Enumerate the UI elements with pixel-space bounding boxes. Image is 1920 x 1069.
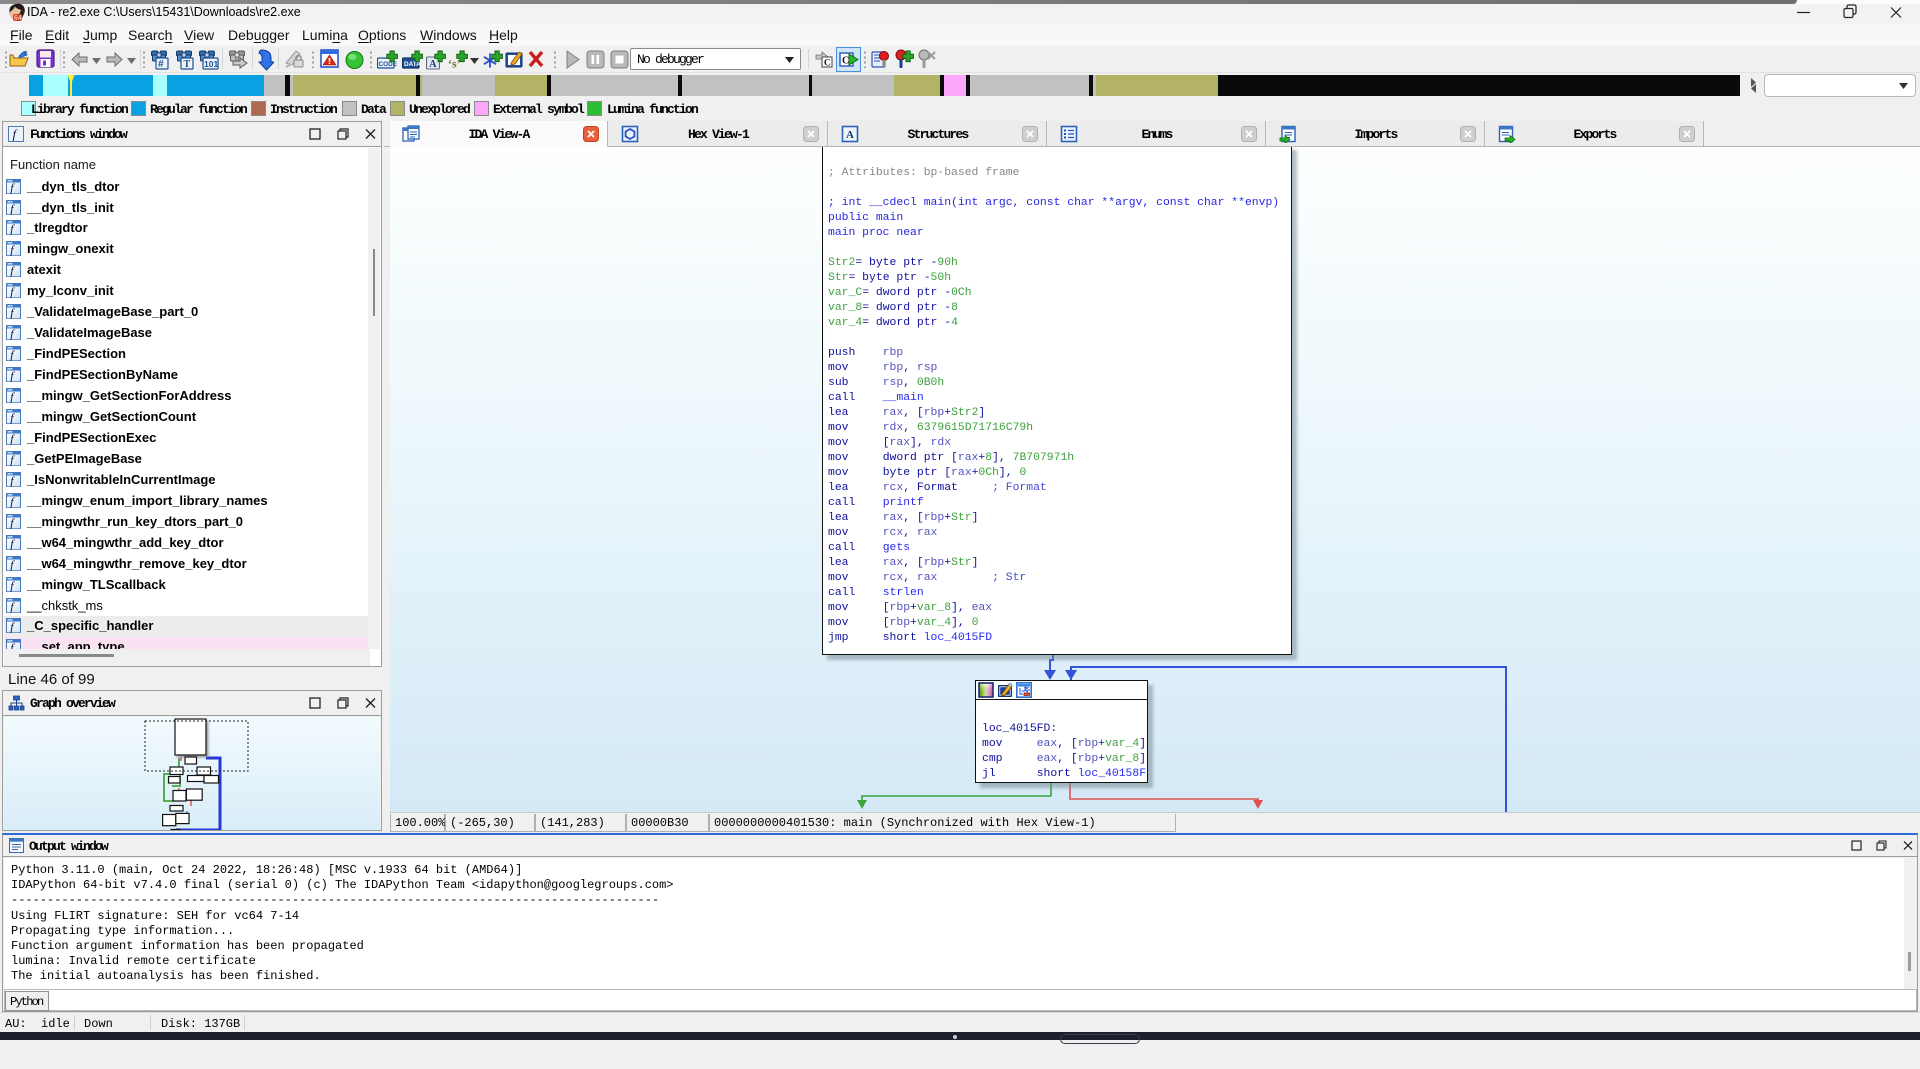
svg-text:T: T [184,59,191,70]
svg-text:64: 64 [14,15,22,22]
svg-text:#: # [158,59,164,70]
svg-text:A: A [429,59,437,70]
svg-text:CODE: CODE [379,61,398,68]
svg-text:101: 101 [204,59,218,69]
svg-text:C: C [842,56,849,67]
svg-text:C: C [824,58,831,68]
